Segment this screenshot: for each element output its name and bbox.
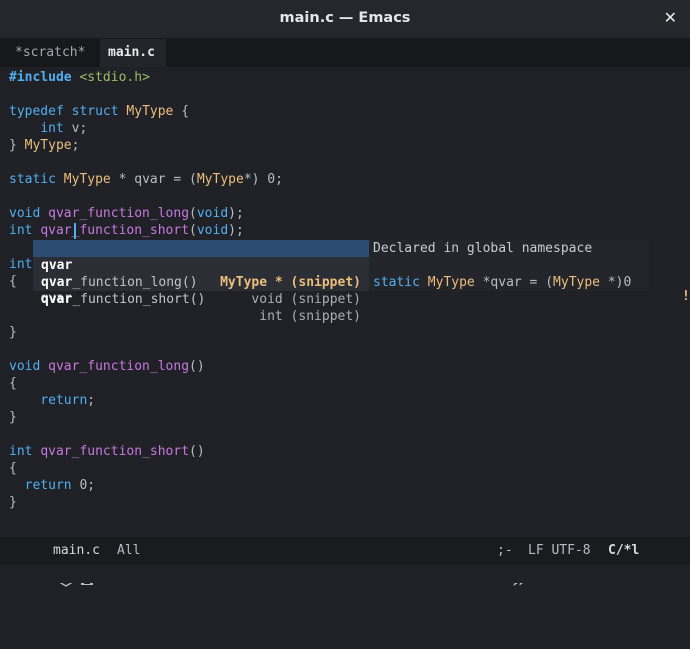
code-line: } [9,495,17,510]
modeline-position: All [117,543,141,558]
window-title: main.c — Emacs [279,10,411,26]
code-line: { [9,274,17,289]
code-line: void qvar_function_long(void); [9,206,244,221]
error-count-indicator[interactable]: 2 [656,537,690,565]
code-line: { [9,376,17,391]
modeline-major-mode[interactable]: C/*l [608,537,639,565]
tab-scratch[interactable]: *scratch* [7,39,96,67]
completion-popup: qvar MyType * (snippet) qvar_function_lo… [33,240,369,324]
code-line: int qvar_function_short() [9,444,205,459]
code-line: { [9,461,17,476]
completion-candidate-selected[interactable]: qvar MyType * (snippet) [33,240,369,290]
title-bar: main.c — Emacs ✕ [0,0,690,39]
close-icon[interactable]: ✕ [664,8,677,28]
doc-signature: static MyType *qvar = (MyType *)0 [373,275,632,290]
tab-bar: *scratch* main.c [0,39,690,67]
completion-candidate[interactable]: qvar_function_long() void (snippet) [33,257,369,307]
code-line: } MyType; [9,138,80,153]
code-line: static MyType * qvar = (MyType*) 0; [9,172,283,187]
completion-candidate[interactable]: qvar_function_short() int (snippet) [33,274,369,324]
code-line: typedef struct MyType { [9,104,190,119]
modeline-separator: ;- [497,543,513,558]
code-line: int v; [40,121,88,136]
code-line: return; [40,393,96,408]
warning-fringe-mark: ! [682,289,690,304]
completion-doc-popup: Declared in global namespace static MyTy… [369,240,649,291]
emacs-window: main.c — Emacs ✕ *scratch* main.c #inclu… [0,0,690,587]
modeline-encoding[interactable]: LF UTF-8 [528,537,591,565]
code-line: } [9,325,17,340]
completion-annotation: void (snippet) [251,292,361,307]
completion-annotation: int (snippet) [259,309,361,324]
echo-area [0,565,690,583]
code-line: return 0; [24,478,96,493]
mode-line: C main.c All ;- LF UTF-8 C/*l [0,537,690,587]
code-line: void qvar_function_long() [9,359,205,374]
modeline-filename: main.c [53,543,100,558]
doc-description: Declared in global namespace [373,241,593,256]
code-line: } [9,410,17,425]
code-line: #include <stdio.h> [9,70,150,85]
code-line: int qvar_function_short(void); [9,223,244,238]
tab-main-c[interactable]: main.c [100,39,166,67]
text-cursor [74,223,76,239]
